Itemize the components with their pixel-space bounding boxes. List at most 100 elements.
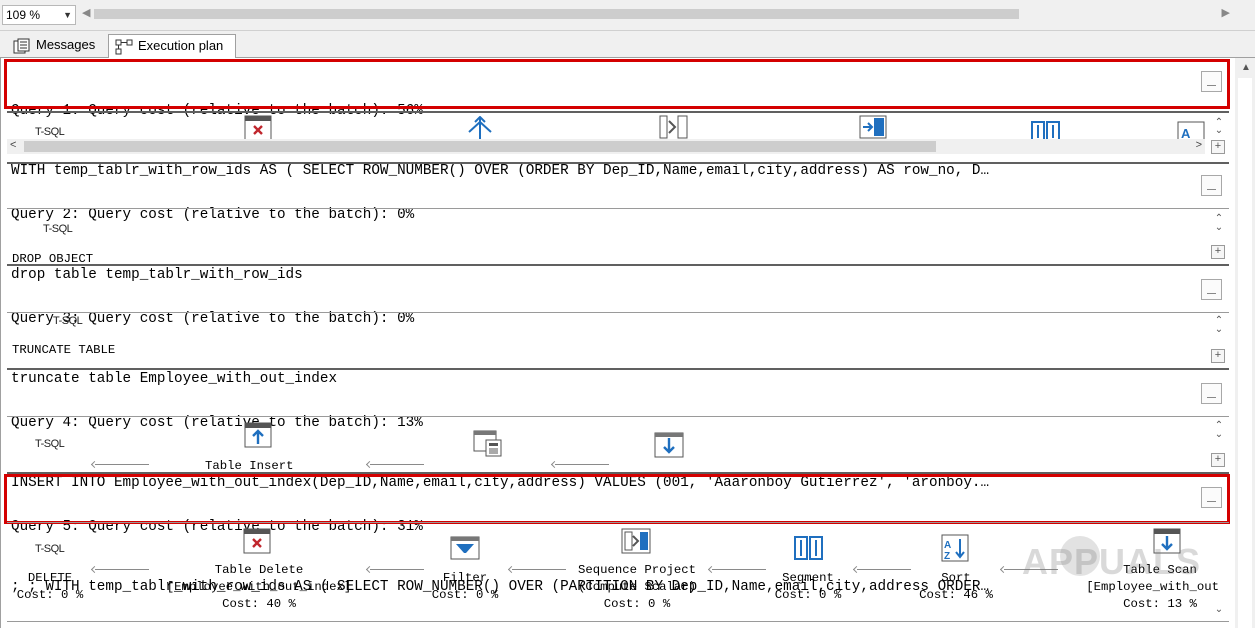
operator-sort: Sort Cost: 46 % [913, 570, 999, 604]
highlight-box [4, 59, 1230, 109]
operator-name: Segment [782, 571, 834, 585]
divider [7, 208, 1229, 209]
collapse-button[interactable] [1201, 175, 1222, 196]
operator-filter: Filter Cost: 0 % [422, 570, 508, 604]
highlight-box [4, 474, 1230, 524]
compute-scalar-icon[interactable] [859, 115, 887, 139]
divider [7, 621, 1229, 622]
tab-label: Messages [36, 37, 96, 52]
scroll-down-icon[interactable]: ⌄ [1211, 429, 1227, 440]
tab-execution-plan[interactable]: Execution plan [108, 34, 236, 59]
scroll-right-icon[interactable]: ▶ [1222, 6, 1230, 19]
results-toolbar: 109 % ▼ ◀ ▶ [0, 0, 1255, 30]
divider [7, 368, 1229, 370]
scroll-down-icon[interactable]: ⌄ [1211, 125, 1227, 136]
scroll-up-icon[interactable]: ▲ [1241, 62, 1251, 73]
operator-name: DELETE [27, 571, 73, 585]
query-1-plan: T-SQL A [7, 113, 1219, 139]
svg-text:A: A [944, 540, 951, 551]
plan-connector [512, 569, 566, 570]
scrollbar-thumb[interactable] [1238, 78, 1252, 628]
query-2-plan: T-SQL DROP OBJECT [7, 210, 1219, 262]
operator-name: Filter [442, 571, 488, 585]
divider [7, 162, 1229, 164]
query-4-plan: T-SQL Table Insert [7, 418, 1219, 470]
top-horizontal-scrollbar[interactable]: ◀ ▶ [80, 7, 1230, 22]
query-3-plan: T-SQL TRUNCATE TABLE [7, 313, 1219, 366]
tab-messages[interactable]: Messages [7, 34, 104, 59]
chevron-down-icon[interactable]: ▼ [63, 6, 72, 24]
plan-vertical-scrollbar[interactable]: ▲ [1235, 58, 1255, 628]
plan-connector [370, 569, 424, 570]
zoom-value: 109 % [6, 8, 41, 22]
filter-icon[interactable] [450, 536, 480, 563]
expand-button[interactable]: + [1211, 349, 1225, 363]
constant-scan-icon[interactable] [654, 432, 684, 461]
collapse-button[interactable] [1201, 279, 1222, 300]
operator-table-delete: Table Delete [Employee_with_out_index] C… [152, 562, 366, 613]
plan-connector [95, 569, 149, 570]
query-1-horizontal-scrollbar[interactable]: < > [7, 139, 1205, 154]
plan-connector [555, 464, 609, 465]
operator-cost: Cost: 40 % [222, 597, 296, 611]
truncate-table-label: TRUNCATE TABLE [12, 343, 116, 357]
divider [7, 264, 1229, 266]
tsql-root: T-SQL [53, 315, 83, 327]
svg-text:A: A [1181, 126, 1191, 139]
scrollbar-thumb[interactable] [24, 141, 936, 152]
scroll-down-icon[interactable]: ⌄ [1211, 604, 1227, 615]
operator-cost: Cost: 0 % [603, 597, 671, 611]
plan-connector [712, 569, 766, 570]
plan-connector [370, 464, 424, 465]
divider [7, 522, 1229, 523]
operator-cost: Cost: 13 % [1123, 597, 1197, 611]
segment-icon[interactable] [794, 536, 824, 563]
operator-name: Table Delete [214, 563, 304, 577]
scroll-down-icon[interactable]: ⌄ [1211, 324, 1227, 335]
scroll-left-icon[interactable]: < [10, 139, 16, 151]
collapse-button[interactable] [1201, 383, 1222, 404]
tsql-root: T-SQL [35, 543, 65, 555]
operator-object: [Employee_with_out_index] [166, 580, 352, 594]
plan-connector [857, 569, 911, 570]
operator-cost: Cost: 0 % [16, 588, 84, 602]
table-delete-icon[interactable] [244, 115, 272, 139]
plan-connector [95, 464, 149, 465]
svg-text:Z: Z [944, 551, 950, 562]
operator-sequence-project: Sequence Project (Compute Scalar) Cost: … [567, 562, 707, 613]
zoom-select[interactable]: 109 % ▼ [2, 5, 76, 25]
table-insert-label: Table Insert [205, 459, 294, 470]
operator-cost: Cost: 0 % [774, 588, 842, 602]
operator-segment: Segment Cost: 0 % [765, 570, 851, 604]
tab-label: Execution plan [138, 38, 224, 53]
results-tabbar: Messages Execution plan [0, 31, 1255, 59]
scroll-left-icon[interactable]: ◀ [82, 6, 90, 19]
sort-icon[interactable]: AZ [941, 534, 969, 565]
tsql-root: T-SQL [43, 223, 73, 235]
drop-object-label: DROP OBJECT [12, 252, 94, 262]
sequence-project-icon[interactable] [621, 528, 651, 557]
tsql-root: T-SQL [35, 126, 65, 138]
scroll-right-icon[interactable]: > [1196, 139, 1202, 151]
table-insert-icon[interactable] [244, 422, 272, 451]
sort-icon[interactable]: A [1177, 121, 1205, 139]
operator-cost: Cost: 0 % [431, 588, 499, 602]
operator-name: Sequence Project [577, 563, 697, 577]
operator-object: (Compute Scalar) [577, 580, 697, 594]
nested-loops-icon[interactable] [465, 115, 495, 139]
watermark: APPUALS [1022, 541, 1202, 582]
expand-button[interactable]: + [1211, 140, 1225, 154]
scrollbar-thumb[interactable] [94, 9, 1019, 19]
table-delete-icon[interactable] [243, 528, 271, 557]
tsql-root: T-SQL [35, 438, 65, 450]
segment-icon[interactable] [1031, 121, 1061, 139]
expand-button[interactable]: + [1211, 453, 1225, 467]
expand-button[interactable]: + [1211, 245, 1225, 259]
sequence-project-icon[interactable] [659, 115, 689, 139]
divider [7, 416, 1229, 417]
compute-scalar-icon[interactable] [473, 430, 503, 461]
operator-name: Sort [941, 571, 971, 585]
operator-delete: DELETE Cost: 0 % [12, 570, 88, 604]
scroll-down-icon[interactable]: ⌄ [1211, 222, 1227, 233]
operator-cost: Cost: 46 % [919, 588, 993, 602]
